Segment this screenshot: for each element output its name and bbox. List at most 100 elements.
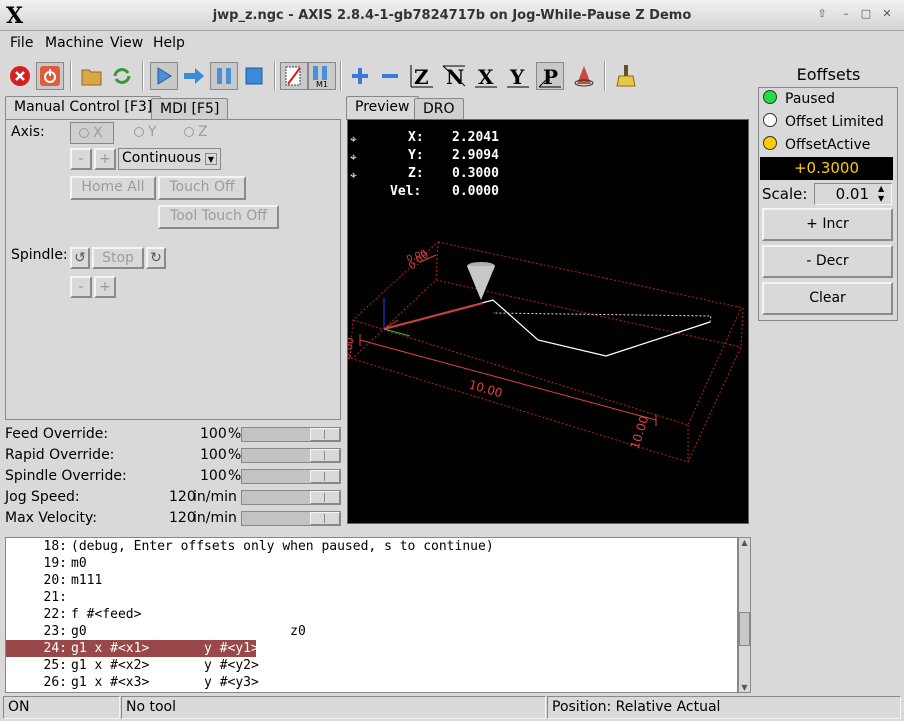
scale-value: 0.01	[835, 185, 869, 203]
max-velocity-unit: in/min	[193, 510, 237, 526]
svg-text:X: X	[478, 65, 494, 88]
window-up-icon[interactable]: ⇧	[815, 7, 829, 21]
spindle-stop-button[interactable]: Stop	[92, 247, 144, 269]
code-line[interactable]: 18: (debug, Enter offsets only when pause…	[6, 538, 736, 555]
dim-label-y: 10.00	[628, 414, 652, 451]
menu-view[interactable]: View	[110, 35, 143, 51]
max-velocity-label: Max Velocity:	[5, 510, 98, 526]
minimize-icon[interactable]: –	[839, 7, 853, 21]
jog-plus-button[interactable]: +	[94, 148, 116, 170]
code-line[interactable]: 23: g0 z0	[6, 623, 736, 640]
clear-plot-icon[interactable]	[612, 62, 640, 90]
maximize-icon[interactable]: □	[859, 7, 873, 21]
max-velocity-value: 120	[169, 510, 196, 526]
optional-stop-icon[interactable]: M1	[308, 62, 336, 90]
axis-label: Axis:	[11, 124, 45, 140]
view-x-icon[interactable]: X	[472, 62, 500, 90]
scroll-down-icon[interactable]: ▼	[739, 683, 750, 692]
status-machine-state: ON	[3, 696, 120, 719]
spindle-ccw-icon[interactable]: ↺	[70, 247, 90, 269]
axis-y-radio[interactable]: Y	[134, 124, 157, 140]
spindle-minus-button[interactable]: -	[70, 276, 92, 298]
spindle-override-unit: %	[228, 468, 242, 484]
window-title: jwp_z.ngc - AXIS 2.8.4-1-gb7824717b on J…	[212, 8, 692, 23]
preview-canvas[interactable]: ⌖ ⌖ ⌖ X: 2.2041 Y: 2.9094 Z: 0.3000 Vel:…	[347, 119, 749, 524]
optional-skip-icon[interactable]	[280, 62, 308, 90]
manual-control-panel: Axis: X Y Z - + Continuous ▼ Home All To…	[5, 119, 341, 420]
code-line[interactable]: 25: g1 x #<x2> y #<y2>	[6, 657, 736, 674]
step-icon[interactable]	[180, 62, 208, 90]
tool-touch-off-button[interactable]: Tool Touch Off	[158, 205, 279, 229]
svg-text:Y: Y	[509, 65, 525, 88]
jog-speed-unit: in/min	[193, 489, 237, 505]
jog-minus-button[interactable]: -	[70, 148, 92, 170]
open-icon[interactable]	[78, 62, 106, 90]
tab-mdi[interactable]: MDI [F5]	[151, 98, 229, 120]
tab-dro[interactable]: DRO	[414, 98, 464, 120]
rapid-override-unit: %	[228, 447, 242, 463]
spin-up-icon[interactable]: ▲	[878, 184, 884, 193]
incr-button[interactable]: + Incr	[762, 208, 893, 241]
menu-bar: File Machine View Help	[0, 31, 904, 57]
code-line[interactable]: 21:	[6, 589, 736, 606]
power-icon[interactable]	[36, 62, 64, 90]
rapid-override-label: Rapid Override:	[5, 447, 115, 463]
offset-active-label: OffsetActive	[785, 137, 871, 153]
view-z-icon[interactable]: Z	[408, 62, 436, 90]
zoom-out-icon[interactable]	[376, 62, 404, 90]
clear-button[interactable]: Clear	[762, 282, 893, 315]
jog-speed-slider[interactable]	[241, 490, 341, 505]
home-all-button[interactable]: Home All	[70, 176, 156, 200]
view-z2-icon[interactable]: N	[440, 62, 468, 90]
estop-icon[interactable]	[6, 62, 34, 90]
rapid-override-slider[interactable]	[241, 448, 341, 463]
spin-down-icon[interactable]: ▼	[878, 194, 884, 203]
zoom-in-icon[interactable]	[346, 62, 374, 90]
jog-mode-value: Continuous	[122, 150, 202, 166]
tab-manual-control[interactable]: Manual Control [F3]	[5, 96, 162, 120]
feed-override-slider[interactable]	[241, 427, 341, 442]
spindle-cw-icon[interactable]: ↻	[146, 247, 166, 269]
stop-icon[interactable]	[240, 62, 268, 90]
axis-x-radio[interactable]: X	[70, 122, 114, 144]
reload-icon[interactable]	[108, 62, 136, 90]
menu-file[interactable]: File	[10, 35, 33, 51]
menu-machine[interactable]: Machine	[45, 35, 104, 51]
axis-z-radio[interactable]: Z	[184, 124, 208, 140]
feed-override-label: Feed Override:	[5, 426, 109, 442]
eoffsets-title: Eoffsets	[796, 65, 861, 84]
feed-override-unit: %	[228, 426, 242, 442]
touch-off-button[interactable]: Touch Off	[158, 176, 246, 200]
code-line-selected[interactable]: 24: g1 x #<x1> y #<y1>	[6, 640, 259, 657]
tab-preview[interactable]: Preview	[346, 96, 419, 120]
view-y-icon[interactable]: Y	[504, 62, 532, 90]
code-line[interactable]: 26: g1 x #<x3> y #<y3>	[6, 674, 736, 691]
gcode-listing[interactable]: 18: (debug, Enter offsets only when pause…	[5, 537, 738, 693]
decr-button[interactable]: - Decr	[762, 245, 893, 278]
spindle-override-label: Spindle Override:	[5, 468, 127, 484]
svg-text:Z: Z	[414, 65, 429, 88]
code-line[interactable]: 20: m111	[6, 572, 736, 589]
view-p-icon[interactable]: P	[536, 62, 564, 90]
close-icon[interactable]: ✕	[880, 7, 894, 21]
status-bar: ON No tool Position: Relative Actual	[0, 694, 904, 721]
rotate-icon[interactable]	[570, 62, 598, 90]
code-line[interactable]: 22: f #<feed>	[6, 606, 736, 623]
paused-led-icon	[763, 90, 777, 104]
jog-mode-select[interactable]: Continuous ▼	[118, 148, 221, 170]
spindle-plus-button[interactable]: +	[94, 276, 116, 298]
menu-help[interactable]: Help	[153, 35, 185, 51]
spindle-label: Spindle:	[11, 247, 68, 263]
spindle-override-slider[interactable]	[241, 469, 341, 484]
feed-override-value: 100	[200, 426, 227, 442]
max-velocity-slider[interactable]	[241, 511, 341, 526]
scroll-up-icon[interactable]: ▲	[739, 538, 750, 547]
pause-icon[interactable]	[210, 62, 238, 90]
code-scrollbar[interactable]: ▲ ▼	[738, 537, 751, 693]
run-icon[interactable]	[150, 62, 178, 90]
offset-limited-label: Offset Limited	[785, 114, 884, 130]
code-line[interactable]: 19: m0	[6, 555, 736, 572]
rapid-override-value: 100	[200, 447, 227, 463]
scale-label: Scale:	[762, 185, 808, 203]
scroll-thumb[interactable]	[739, 612, 750, 646]
